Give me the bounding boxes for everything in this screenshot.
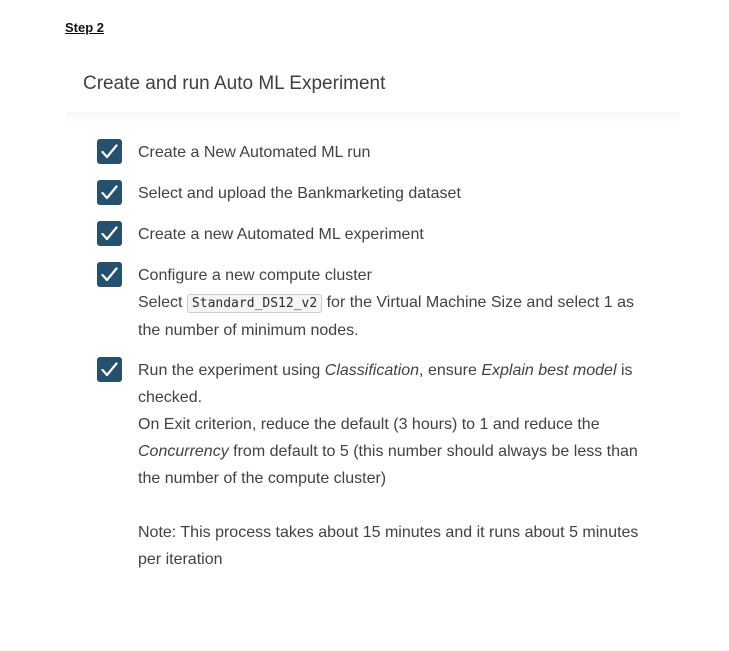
checkbox-task-1[interactable] [97,139,122,164]
checkmark-icon [101,362,118,377]
step-label: Step 2 [65,20,105,35]
checkbox-task-4[interactable] [97,262,122,287]
task-4-line-2: Select Standard_DS12_v2 for the Virtual … [138,289,653,344]
task-text-2: Select and upload the Bankmarketing data… [138,185,461,202]
task-5-paragraph-2: On Exit criterion, reduce the default (3… [138,411,653,492]
task-text-1: Create a New Automated ML run [138,144,371,161]
checkbox-task-2[interactable] [97,180,122,205]
task-5-paragraph-1: Run the experiment using Classification,… [138,357,653,411]
task-5-text-d: On Exit criterion, reduce the default (3… [138,416,600,433]
checkmark-icon [101,226,118,241]
vm-size-code: Standard_DS12_v2 [186,294,323,313]
task-4-select-label: Select [138,294,183,311]
task-5-text-a: Run the experiment using [138,362,325,379]
checkbox-task-3[interactable] [97,221,122,246]
checkmark-icon [101,267,118,282]
task-4-line-1: Configure a new compute cluster [138,267,372,284]
checkbox-task-5[interactable] [97,357,122,382]
task-5-text-b: , ensure [419,362,482,379]
task-text-3: Create a new Automated ML experiment [138,226,424,243]
explain-best-model-term: Explain best model [481,362,617,379]
section-title: Create and run Auto ML Experiment [83,73,386,94]
classification-term: Classification [324,362,420,379]
task-text-5: Run the experiment using Classification,… [138,357,653,573]
title-divider [66,112,680,124]
concurrency-term: Concurrency [138,443,229,460]
task-5-note: Note: This process takes about 15 minute… [138,524,639,568]
checkmark-icon [101,144,118,159]
checkmark-icon [101,185,118,200]
task-text-4: Configure a new compute cluster Select S… [138,262,653,344]
